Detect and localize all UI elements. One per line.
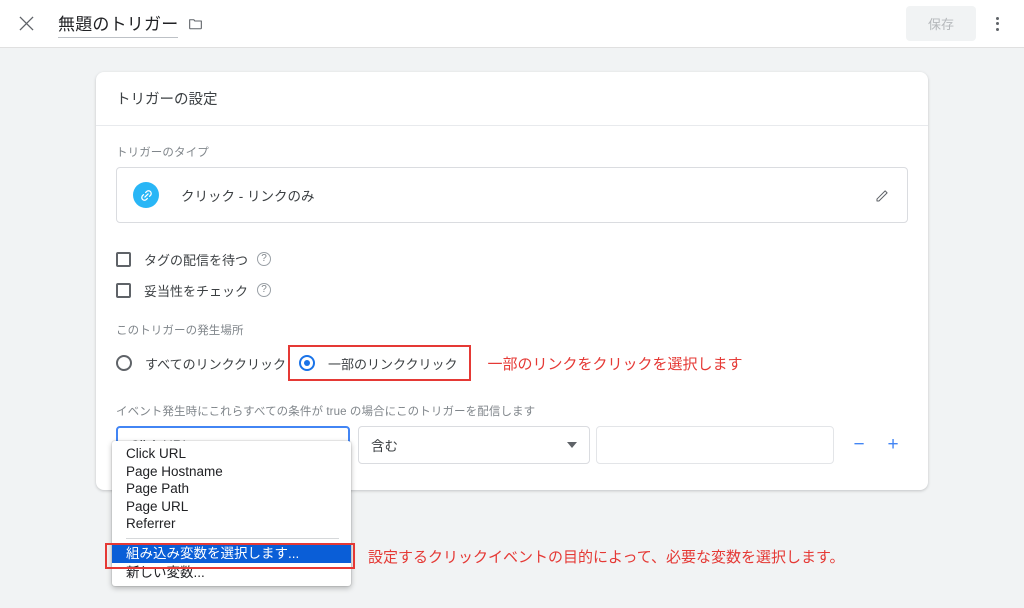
- trigger-type-label: トリガーのタイプ: [116, 147, 209, 159]
- fire-on-radio-group: すべてのリンククリック 一部のリンククリック 一部のリンクをクリックを選択します: [116, 345, 908, 381]
- annotation-menu-text: 設定するクリックイベントの目的によって、必要な変数を選択します。: [368, 549, 845, 566]
- checkbox-label: 妥当性をチェック: [144, 283, 249, 299]
- menu-item-new-variable[interactable]: 新しい変数...: [112, 563, 351, 582]
- condition-operator-select[interactable]: 含む: [358, 426, 590, 464]
- remove-condition-button[interactable]: −: [844, 434, 874, 456]
- close-icon: [18, 16, 34, 31]
- conditions-label: イベント発生時にこれらすべての条件が true の場合にこのトリガーを配信します: [116, 406, 536, 418]
- trigger-type-box[interactable]: クリック - リンクのみ: [116, 167, 908, 223]
- checkbox-wait-for-tags[interactable]: タグの配信を待つ ?: [116, 245, 908, 273]
- card-body: トリガーのタイプ クリック - リンクのみ タグの配信を待つ ? 妥当性をチェッ…: [96, 126, 928, 490]
- variable-dropdown-menu[interactable]: Click URL Page Hostname Page Path Page U…: [112, 441, 351, 586]
- more-vert-icon: [995, 27, 999, 31]
- trigger-name-input[interactable]: 無題のトリガー: [58, 10, 179, 38]
- menu-item-page-url[interactable]: Page URL: [112, 498, 351, 516]
- edit-trigger-type-button[interactable]: [874, 187, 891, 204]
- radio-label: 一部のリンククリック: [328, 356, 458, 372]
- trigger-configuration-card: トリガーの設定 トリガーのタイプ クリック - リンクのみ タグの配信を待つ ?…: [96, 72, 928, 490]
- save-button[interactable]: 保存: [905, 6, 976, 41]
- checkbox-label: タグの配信を待つ: [144, 252, 249, 268]
- annotation-radio-text: 一部のリンクをクリックを選択します: [487, 355, 743, 373]
- menu-item-click-url[interactable]: Click URL: [112, 445, 351, 463]
- radio-icon: [116, 355, 132, 371]
- condition-operator-value: 含む: [371, 439, 398, 454]
- overflow-menu-button[interactable]: [980, 7, 1014, 41]
- menu-item-referrer[interactable]: Referrer: [112, 515, 351, 533]
- more-vert-icon: [995, 16, 999, 20]
- folder-button[interactable]: [188, 16, 203, 31]
- app-bar: 無題のトリガー 保存: [0, 0, 1024, 48]
- more-vert-icon: [995, 22, 999, 25]
- checkbox-check-validation[interactable]: 妥当性をチェック ?: [116, 276, 908, 304]
- radio-label: すべてのリンククリック: [145, 356, 287, 372]
- menu-item-page-hostname[interactable]: Page Hostname: [112, 463, 351, 481]
- radio-some-link-clicks[interactable]: 一部のリンククリック: [299, 349, 457, 377]
- trigger-type-value: クリック - リンクのみ: [181, 189, 315, 204]
- folder-icon: [189, 19, 203, 30]
- pencil-icon: [876, 189, 888, 202]
- title-group: 無題のトリガー: [58, 10, 203, 38]
- add-condition-button[interactable]: +: [878, 434, 908, 456]
- radio-all-link-clicks[interactable]: すべてのリンククリック: [116, 349, 288, 377]
- app-bar-actions: 保存: [905, 6, 1024, 41]
- card-header: トリガーの設定: [96, 72, 928, 126]
- option-checkboxes: タグの配信を待つ ? 妥当性をチェック ?: [116, 245, 908, 304]
- chevron-down-icon: [567, 442, 577, 448]
- link-icon: [133, 182, 159, 208]
- menu-divider: [126, 537, 339, 539]
- help-circle-icon[interactable]: ?: [257, 252, 272, 266]
- annotation-box-radio: 一部のリンククリック: [288, 345, 472, 381]
- fire-on-section: このトリガーの発生場所 すべてのリンククリック 一部のリンククリック 一部のリン…: [116, 322, 908, 381]
- menu-item-page-path[interactable]: Page Path: [112, 480, 351, 498]
- card-title: トリガーの設定: [116, 92, 218, 108]
- radio-icon-selected: [299, 355, 315, 371]
- fire-on-label: このトリガーの発生場所: [116, 325, 244, 337]
- condition-value-input[interactable]: [596, 426, 834, 464]
- menu-item-choose-builtin-variable[interactable]: 組み込み変数を選択します...: [112, 543, 351, 563]
- checkbox-icon: [116, 282, 131, 298]
- checkbox-icon: [116, 251, 131, 267]
- close-button[interactable]: [6, 4, 46, 44]
- help-circle-icon[interactable]: ?: [257, 283, 272, 297]
